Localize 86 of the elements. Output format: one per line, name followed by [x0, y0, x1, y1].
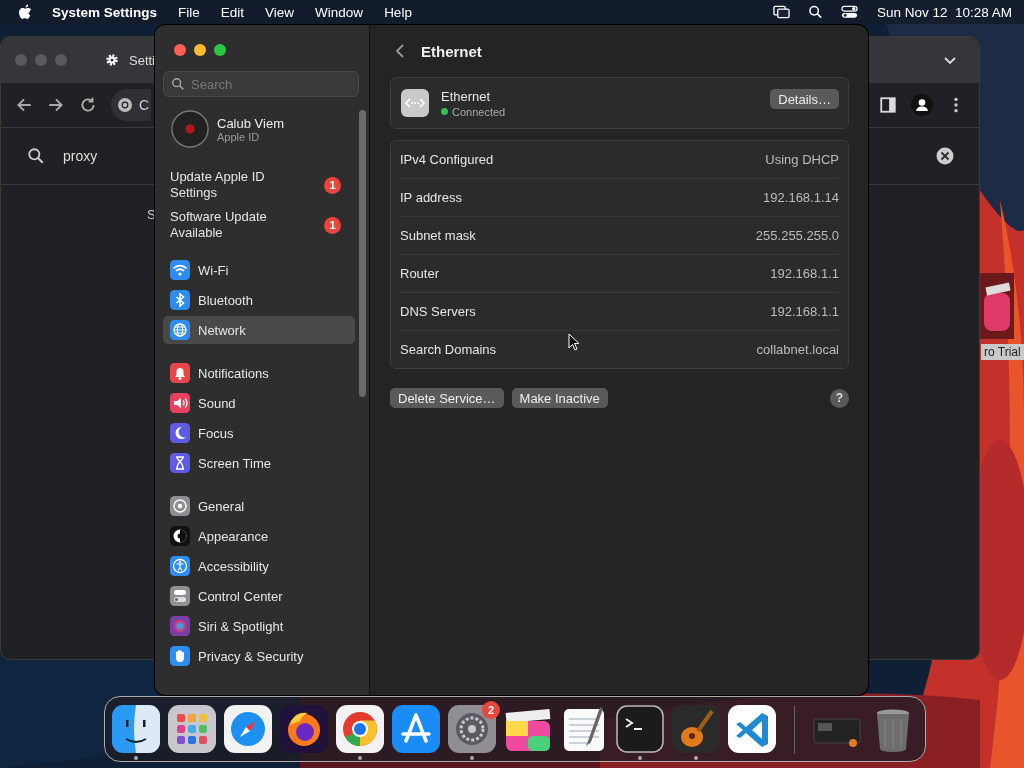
- row-label: IPv4 Configured: [400, 152, 494, 167]
- forward-arrow-icon[interactable]: [47, 96, 65, 114]
- row-value: Using DHCP: [765, 152, 839, 167]
- account-subtitle: Apple ID: [217, 130, 261, 143]
- launchpad-app-icon[interactable]: [168, 705, 216, 753]
- chevron-down-icon[interactable]: [943, 56, 957, 66]
- search-icon[interactable]: [806, 5, 824, 19]
- scrollbar[interactable]: [359, 110, 366, 397]
- sidebar-item[interactable]: Wi-Fi: [163, 256, 355, 284]
- search-field[interactable]: Search: [163, 71, 359, 97]
- row-value: 255.255.255.0: [755, 228, 839, 243]
- avatar-icon: [171, 110, 209, 148]
- row-label: Subnet mask: [400, 228, 476, 243]
- search-icon: [171, 77, 185, 91]
- ethernet-icon: [401, 89, 429, 117]
- sidebar-item[interactable]: Focus: [163, 419, 355, 447]
- sidebar-item[interactable]: Notifications: [163, 359, 355, 387]
- sidebar-item[interactable]: Appearance: [163, 522, 355, 550]
- control-center-icon[interactable]: [840, 5, 858, 19]
- help-button[interactable]: ?: [830, 388, 849, 408]
- sidebar-item[interactable]: Bluetooth: [163, 286, 355, 314]
- screen-mirroring-icon[interactable]: [772, 5, 790, 19]
- alert-label: Software Update Available: [170, 209, 268, 241]
- menu-item[interactable]: File: [178, 4, 200, 20]
- row-value: 192.168.1.1: [770, 266, 839, 281]
- account-item[interactable]: Calub Viem Apple ID: [163, 109, 355, 149]
- clapperboard-icon[interactable]: [980, 273, 1014, 339]
- sidebar-item[interactable]: Siri & Spotlight: [163, 612, 355, 640]
- row-value: 192.168.1.14: [763, 190, 839, 205]
- terminal-app-icon[interactable]: [616, 705, 664, 753]
- alert-item[interactable]: Update Apple ID Settings 1: [163, 169, 355, 201]
- row-value: collabnet.local: [756, 342, 839, 357]
- notification-badge: 2: [482, 701, 500, 719]
- minimize-button[interactable]: [194, 44, 206, 56]
- alert-label: Update Apple ID Settings: [170, 169, 266, 201]
- row-label: Router: [400, 266, 440, 281]
- back-arrow-icon[interactable]: [15, 96, 33, 114]
- zoom-button[interactable]: [214, 44, 226, 56]
- sidebar-item[interactable]: Network: [163, 316, 355, 344]
- notification-badge: 1: [324, 176, 341, 194]
- details-button[interactable]: Details…: [770, 89, 839, 109]
- sidebar-item[interactable]: General: [163, 492, 355, 520]
- gear-icon: [105, 53, 119, 67]
- firefox-app-icon[interactable]: [280, 705, 328, 753]
- menu-item[interactable]: View: [265, 4, 295, 20]
- safari-app-icon[interactable]: [224, 705, 272, 753]
- row-value: 192.168.1.1: [770, 304, 839, 319]
- page-title: Ethernet: [421, 42, 482, 60]
- row-label: Search Domains: [400, 342, 497, 357]
- app-menu[interactable]: System Settings: [52, 4, 158, 20]
- account-name: Calub Viem: [217, 115, 284, 131]
- clear-icon[interactable]: [936, 147, 954, 165]
- close-button[interactable]: [174, 44, 186, 56]
- menu-bar-clock[interactable]: Sun Nov 12 10:28 AM: [876, 4, 1012, 20]
- chrome-app-icon[interactable]: [336, 705, 384, 753]
- status-text: Connected: [452, 105, 506, 118]
- address-bar[interactable]: C: [111, 89, 152, 121]
- desktop-icon-label[interactable]: ro Trial: [981, 344, 1024, 360]
- sidebar-item[interactable]: Screen Time: [163, 449, 355, 477]
- menu-item[interactable]: Window: [315, 4, 364, 20]
- action-button[interactable]: Delete Service…: [390, 388, 504, 408]
- row-label: DNS Servers: [400, 304, 476, 319]
- menu-item[interactable]: Help: [384, 4, 412, 20]
- sidebar-item[interactable]: Accessibility: [163, 552, 355, 580]
- cursor-icon: [568, 333, 580, 351]
- apple-icon[interactable]: [18, 4, 32, 20]
- search-icon: [27, 147, 45, 165]
- sidebar-item[interactable]: Sound: [163, 389, 355, 417]
- row-label: IP address: [400, 190, 462, 205]
- vscode-app-icon[interactable]: [728, 705, 776, 753]
- settings-app-icon[interactable]: [448, 705, 496, 753]
- browser-tab[interactable]: Setti: [105, 37, 155, 83]
- finder-app-icon[interactable]: [112, 705, 160, 753]
- appstore-app-icon[interactable]: [392, 705, 440, 753]
- alert-item[interactable]: Software Update Available 1: [163, 209, 355, 241]
- back-icon[interactable]: [395, 43, 405, 59]
- search-query[interactable]: proxy: [63, 148, 98, 164]
- reload-icon[interactable]: [79, 96, 97, 114]
- profile-icon[interactable]: [911, 94, 933, 116]
- menu-item[interactable]: Edit: [220, 4, 245, 20]
- side-panel-icon[interactable]: [879, 96, 897, 114]
- sidebar-item[interactable]: Control Center: [163, 582, 355, 610]
- notification-badge: 1: [324, 216, 341, 234]
- service-name: Ethernet: [441, 88, 492, 104]
- sidebar-item[interactable]: Privacy & Security: [163, 642, 355, 670]
- action-button[interactable]: Make Inactive: [511, 388, 608, 408]
